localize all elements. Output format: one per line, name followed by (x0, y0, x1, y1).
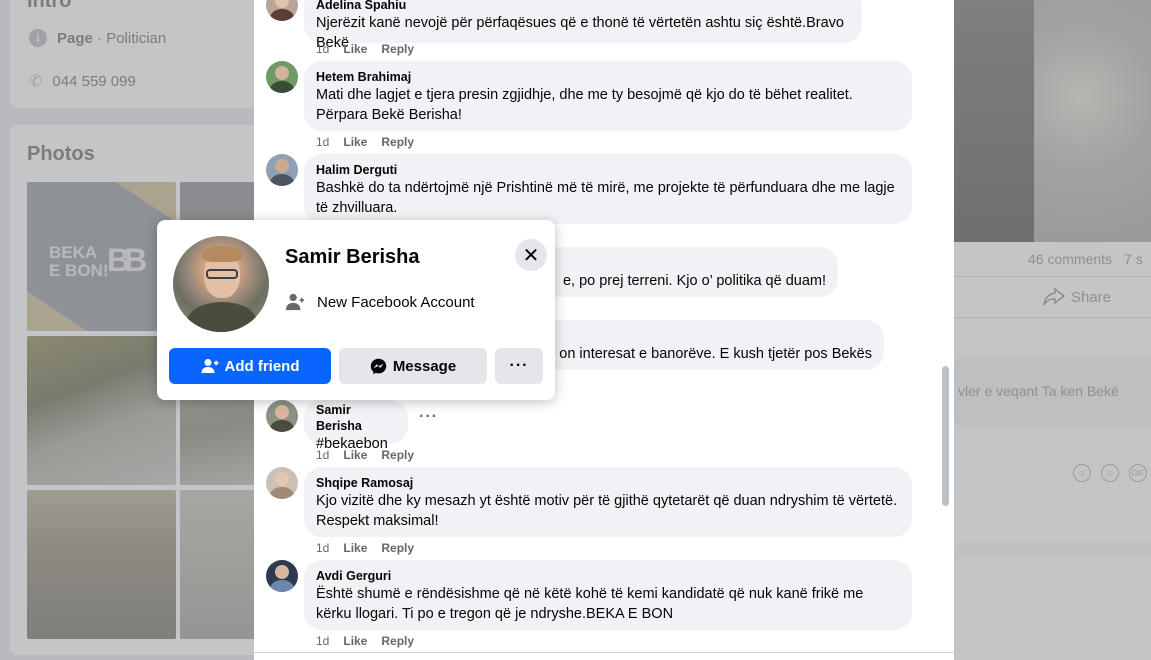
comment-bubble: Hetem Brahimaj Mati dhe lagjet e tjera p… (304, 61, 912, 131)
comment-author[interactable]: Shqipe Ramosaj (316, 475, 900, 491)
photo-3[interactable] (27, 336, 176, 485)
comment-text: on interesat e banorëve. E kush tjetër p… (559, 346, 872, 362)
comment-author[interactable]: Adelina Spahiu (316, 0, 850, 13)
photo-campaign-logo[interactable]: BEKA E BON! BB (27, 182, 176, 331)
photo-5[interactable] (27, 490, 176, 639)
comment-author[interactable]: Halim Derguti (316, 162, 900, 178)
like-button[interactable]: Like (343, 42, 367, 56)
phone-icon: ✆ (29, 73, 43, 90)
hovercard-name[interactable]: Samir Berisha (285, 246, 420, 269)
comment-text: e, po prej terreni. Kjo o’ politika që d… (562, 273, 826, 289)
comment-actions: 1d Like Reply (316, 448, 414, 462)
comments-count[interactable]: 46 comments (1028, 251, 1112, 267)
intro-page-category: · Politician (97, 29, 167, 47)
reply-button[interactable]: Reply (381, 541, 414, 555)
post-image[interactable] (954, 0, 1151, 242)
comment-time[interactable]: 1d (316, 42, 329, 56)
divider (954, 276, 1151, 277)
post-comment-preview: vler e veqant Ta ken Bekë (954, 357, 1151, 427)
intro-phone-row: ✆ 044 559 099 (29, 71, 136, 91)
messenger-icon (370, 358, 387, 374)
close-button[interactable]: ✕ (515, 239, 547, 271)
comment-time[interactable]: 1d (316, 448, 329, 462)
hovercard-subtitle-row: New Facebook Account (285, 292, 475, 312)
gif-icon[interactable]: GIF (1129, 464, 1147, 482)
comment-time[interactable]: 1d (316, 135, 329, 149)
comment-author[interactable]: Avdi Gerguri (316, 568, 900, 584)
comment-bubble: Halim Derguti Bashkë do ta ndërtojmë një… (304, 154, 912, 224)
comment-bubble: Shqipe Ramosaj Kjo vizitë dhe ky mesazh … (304, 467, 912, 537)
logo-text-line1: BEKA (49, 243, 98, 262)
comment-actions: 1d Like Reply (316, 634, 414, 648)
avatar[interactable] (266, 560, 298, 592)
share-icon (1043, 288, 1065, 306)
avatar[interactable] (266, 467, 298, 499)
intro-page-row: i Page · Politician (29, 29, 166, 47)
more-options-button[interactable]: ··· (495, 348, 543, 384)
profile-hover-card: Samir Berisha New Facebook Account ✕ Add… (157, 220, 555, 400)
comment-bubble: Avdi Gerguri Është shumë e rëndësishme q… (304, 560, 912, 630)
like-button[interactable]: Like (343, 541, 367, 555)
comment-actions: 1d Like Reply (316, 541, 414, 555)
panel-divider (254, 652, 954, 653)
add-friend-label: Add friend (224, 357, 300, 375)
more-icon: ··· (509, 357, 529, 374)
comment-actions: 1d Like Reply (316, 135, 414, 149)
reply-button[interactable]: Reply (381, 448, 414, 462)
avatar[interactable] (266, 400, 298, 432)
photo-6[interactable] (180, 490, 260, 639)
comment-text: Bashkë do ta ndërtojmë një Prishtinë më … (316, 180, 895, 216)
info-icon: i (29, 29, 47, 47)
message-button[interactable]: Message (339, 348, 487, 384)
share-button[interactable]: Share (1043, 288, 1111, 306)
comment-text: Mati dhe lagjet e tjera presin zgjidhje,… (316, 87, 853, 123)
comment-author[interactable]: Samir Berisha (316, 402, 396, 434)
reply-button[interactable]: Reply (381, 42, 414, 56)
comment-options-button[interactable]: ··· (419, 408, 438, 426)
logo-text-line2: E BON! (49, 261, 109, 280)
intro-title: Intro (27, 0, 72, 12)
hovercard-subtitle: New Facebook Account (317, 293, 475, 311)
emoji-icon[interactable]: ☺ (1101, 464, 1119, 482)
like-button[interactable]: Like (343, 448, 367, 462)
post-bottom-area (954, 558, 1151, 660)
post-stats: 46 comments 7 s (1028, 251, 1143, 267)
reply-button[interactable]: Reply (381, 135, 414, 149)
comment-text: Është shumë e rëndësishme që në këtë koh… (316, 586, 864, 622)
divider (954, 317, 1151, 318)
new-account-icon (285, 293, 305, 311)
photos-title[interactable]: Photos (27, 143, 95, 166)
reply-button[interactable]: Reply (381, 634, 414, 648)
comment-time[interactable]: 1d (316, 541, 329, 555)
comment-author[interactable]: Hetem Brahimaj (316, 69, 900, 85)
comment-text: Kjo vizitë dhe ky mesazh yt është motiv … (316, 493, 898, 529)
intro-card (10, 0, 260, 108)
composer-icons: ☺ ☺ GIF (1073, 464, 1147, 482)
intro-page-label: Page (57, 29, 93, 47)
avatar[interactable] (266, 61, 298, 93)
comment-bubble: Adelina Spahiu Njerëzit kanë nevojë për … (304, 0, 862, 51)
message-label: Message (392, 357, 457, 375)
scrollbar[interactable] (942, 366, 949, 506)
comment-actions: 1d Like Reply (316, 42, 414, 56)
hovercard-avatar[interactable] (173, 236, 269, 332)
shares-count[interactable]: 7 s (1124, 251, 1143, 267)
add-friend-icon (201, 359, 218, 373)
sticker-icon[interactable]: ☺ (1073, 464, 1091, 482)
avatar[interactable] (266, 0, 298, 21)
add-friend-button[interactable]: Add friend (169, 348, 331, 384)
avatar[interactable] (266, 154, 298, 186)
intro-phone: 044 559 099 (52, 72, 136, 90)
logo-mark: BB (107, 242, 147, 278)
comment-bubble: Samir Berisha #bekaebon (304, 400, 408, 452)
like-button[interactable]: Like (343, 135, 367, 149)
comment-time[interactable]: 1d (316, 634, 329, 648)
comment-preview-text: vler e veqant Ta ken Bekë (958, 383, 1119, 399)
close-icon: ✕ (522, 244, 540, 267)
share-label: Share (1071, 288, 1112, 306)
like-button[interactable]: Like (343, 634, 367, 648)
